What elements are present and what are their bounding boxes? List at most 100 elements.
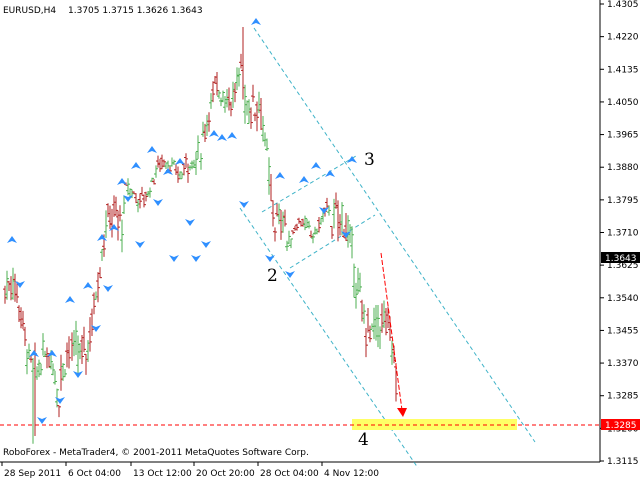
- fractal-arrow-icon: [191, 255, 201, 262]
- ohlc-bar: [233, 83, 237, 103]
- ohlc-bar: [112, 195, 116, 217]
- forecast-arrow-head: [397, 408, 407, 417]
- price-tick-label: 1.3710: [607, 229, 639, 239]
- ohlc-bar: [287, 230, 291, 245]
- price-tick-label: 1.3455: [607, 326, 639, 336]
- ohlc-bar: [327, 205, 331, 216]
- fractal-arrow-icon: [65, 296, 75, 303]
- fractal-arrow-icon: [135, 241, 145, 248]
- time-tick-label: 4 Nov 12:00: [324, 469, 379, 479]
- fractal-arrow-icon: [103, 285, 113, 292]
- price-tick-label: 1.4220: [607, 33, 639, 43]
- ohlc-bar: [156, 155, 160, 168]
- price-chart[interactable]: 2 3 4 EURUSD,H4 1.3705 1.3715 1.3626 1.3…: [0, 0, 640, 480]
- ohlc-bar: [138, 193, 142, 209]
- ohlc-bar: [126, 178, 130, 196]
- ohlc-bar: [380, 303, 384, 333]
- ohlc-bar: [319, 217, 323, 225]
- fractal-arrow-icon: [83, 282, 93, 289]
- ohlc-bar: [374, 304, 378, 341]
- ohlc-bar: [297, 217, 301, 224]
- ohlc-bar: [178, 171, 182, 179]
- fractal-arrow-icon: [265, 255, 275, 262]
- ohlc-bar: [190, 160, 194, 170]
- ohlc-bar: [237, 67, 241, 87]
- ohlc-bar: [39, 363, 43, 376]
- fractal-arrow-icon: [147, 146, 157, 153]
- fractal-arrow-icon: [209, 130, 219, 137]
- ohlc-bar: [180, 172, 184, 180]
- ohlc-bar: [201, 121, 205, 137]
- ohlc-bar: [78, 343, 82, 360]
- price-bars: [3, 27, 398, 444]
- price-tick-label: 1.4050: [607, 98, 639, 108]
- time-tick-label: 28 Oct 04:00: [260, 469, 319, 479]
- ohlc-bar: [251, 84, 255, 103]
- ohlc-bar: [291, 230, 295, 235]
- time-tick-label: 6 Oct 04:00: [68, 469, 121, 479]
- ohlc-bar: [311, 233, 315, 244]
- ohlc-bar: [182, 162, 186, 176]
- ohlc-bar: [84, 353, 88, 375]
- ohlc-bar: [330, 225, 334, 239]
- symbol-timeframe: EURUSD,H4: [3, 6, 56, 16]
- fractal-arrow-icon: [299, 176, 309, 183]
- ohlc-bar: [239, 53, 243, 69]
- ohlc-bar: [275, 203, 279, 217]
- ohlc-bar: [118, 205, 122, 222]
- ohlc-bar: [225, 89, 229, 108]
- ohlc-bar: [94, 291, 98, 300]
- ohlc-bar: [164, 162, 168, 169]
- ohlc-bar: [253, 112, 257, 122]
- ohlc-bar: [207, 112, 211, 132]
- ohlc-bar: [9, 276, 13, 301]
- ohlc-bar: [235, 67, 239, 91]
- price-tick-label: 1.3285: [607, 392, 639, 402]
- downtrend-channel: [239, 27, 536, 469]
- ohlc-bar: [263, 132, 267, 147]
- channel-upper-line: [253, 27, 536, 443]
- ohlc-bar: [100, 248, 104, 261]
- ohlc-bar: [154, 165, 158, 178]
- ohlc-bar: [11, 267, 15, 300]
- wave-label-4: 4: [358, 430, 369, 450]
- time-tick-label: 13 Oct 12:00: [133, 469, 192, 479]
- ohlc-bar: [269, 173, 273, 202]
- ohlc-bar: [376, 304, 380, 348]
- fractal-arrow-icon: [37, 417, 47, 424]
- ohlc-bar: [174, 163, 178, 176]
- ohlc-bar: [134, 193, 138, 204]
- fractal-arrow-icon: [347, 156, 357, 163]
- ohlc-bar: [378, 326, 382, 349]
- ohlc-bar: [80, 334, 84, 365]
- ohlc-bar: [279, 209, 283, 240]
- ohlc-bar: [3, 285, 7, 304]
- ohlc-bar: [110, 208, 114, 238]
- fractal-arrow-icon: [7, 236, 17, 243]
- ohlc-bar: [82, 326, 86, 353]
- ohlc-bar: [255, 101, 259, 132]
- ohlc-bar: [92, 292, 96, 315]
- price-tick-label: 1.3540: [607, 294, 639, 304]
- ohlc-bar: [231, 81, 235, 108]
- ohlc-bar: [45, 347, 49, 369]
- ohlc-bar: [194, 151, 198, 175]
- ohlc-bar: [160, 154, 164, 170]
- ohlc-bar: [31, 358, 35, 444]
- price-tick-label: 1.3965: [607, 131, 639, 141]
- ohlc-bar: [229, 101, 233, 117]
- ohlc-bar: [120, 219, 124, 253]
- price-tick-label: 1.3115: [607, 457, 639, 467]
- ohlc-bar: [336, 200, 340, 242]
- ohlc-bar: [41, 333, 45, 356]
- ohlc-bar: [372, 307, 376, 340]
- fractal-arrow-icon: [239, 201, 249, 208]
- ohlc-bar: [106, 203, 110, 218]
- current-price-tag-text: 1.3643: [605, 254, 637, 264]
- ohlc-bar: [13, 273, 17, 302]
- fractal-arrow-icon: [251, 18, 261, 25]
- ohlc-bar: [223, 96, 227, 113]
- ohlc-bar: [59, 354, 63, 391]
- ohlc-bar: [61, 363, 65, 381]
- ohlc-bar: [382, 300, 386, 329]
